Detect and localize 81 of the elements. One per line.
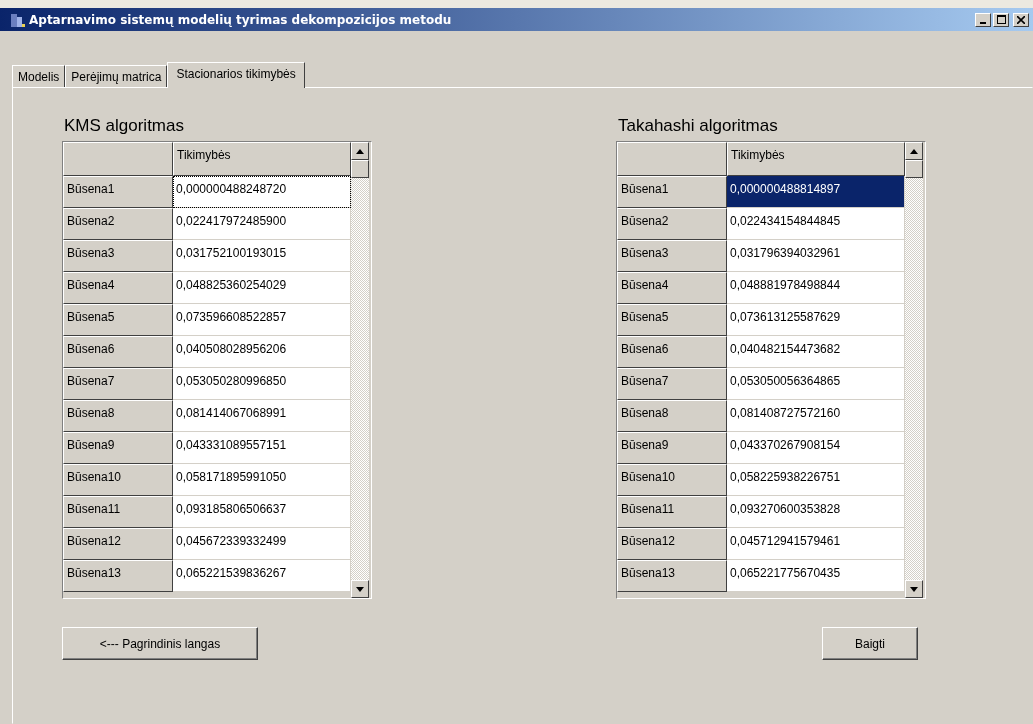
minimize-icon — [980, 21, 986, 24]
row-header: Būsena1 — [63, 176, 173, 208]
tab[interactable]: Stacionarios tikimybės — [167, 62, 305, 88]
table-cell[interactable]: 0,000000488248720 — [173, 176, 351, 208]
row-header: Būsena12 — [63, 528, 173, 560]
row-header: Būsena11 — [617, 496, 727, 528]
close-icon — [1017, 15, 1025, 24]
table-cell[interactable]: 0,053050056364865 — [727, 368, 905, 400]
table-cell[interactable]: 0,031796394032961 — [727, 240, 905, 272]
column-header: Tikimybės — [173, 142, 351, 176]
table-cell[interactable]: 0,058171895991050 — [173, 464, 351, 496]
row-header: Būsena10 — [617, 464, 727, 496]
row-header: Būsena5 — [63, 304, 173, 336]
row-header: Būsena3 — [617, 240, 727, 272]
table-cell[interactable]: 0,022434154844845 — [727, 208, 905, 240]
scroll-down-button[interactable] — [905, 580, 923, 598]
up-arrow-icon — [356, 148, 364, 154]
table-cell[interactable]: 0,031752100193015 — [173, 240, 351, 272]
table-cell[interactable]: 0,022417972485900 — [173, 208, 351, 240]
row-header: Būsena8 — [63, 400, 173, 432]
table-cell[interactable]: 0,043331089557151 — [173, 432, 351, 464]
row-header: Būsena6 — [617, 336, 727, 368]
maximize-icon — [996, 15, 1006, 24]
grid-title: Takahashi algoritmas — [617, 116, 779, 137]
scroll-up-button[interactable] — [351, 142, 369, 160]
building-icon — [10, 11, 26, 28]
row-header: Būsena11 — [63, 496, 173, 528]
minimize-button[interactable] — [975, 12, 991, 27]
grid-title: KMS algoritmas — [63, 116, 185, 137]
row-header: Būsena1 — [617, 176, 727, 208]
row-header: Būsena10 — [63, 464, 173, 496]
row-header: Būsena5 — [617, 304, 727, 336]
row-header: Būsena9 — [617, 432, 727, 464]
row-header: Būsena13 — [63, 560, 173, 592]
row-header: Būsena4 — [63, 272, 173, 304]
table-cell[interactable]: 0,081414067068991 — [173, 400, 351, 432]
row-header: Būsena9 — [63, 432, 173, 464]
table-cell[interactable]: 0,073613125587629 — [727, 304, 905, 336]
table-cell[interactable]: 0,045712941579461 — [727, 528, 905, 560]
back-button[interactable]: <--- Pagrindinis langas — [62, 627, 258, 660]
table-cell[interactable]: 0,053050280996850 — [173, 368, 351, 400]
table-cell[interactable]: 0,065221775670435 — [727, 560, 905, 592]
scroll-thumb[interactable] — [351, 160, 369, 178]
row-header: Būsena6 — [63, 336, 173, 368]
row-header: Būsena2 — [617, 208, 727, 240]
tab[interactable]: Modelis — [12, 65, 66, 87]
table-cell[interactable]: 0,040482154473682 — [727, 336, 905, 368]
table-cell[interactable]: 0,040508028956206 — [173, 336, 351, 368]
table-cell[interactable]: 0,093270600353828 — [727, 496, 905, 528]
down-arrow-icon — [356, 586, 364, 592]
table-cell[interactable]: 0,093185806506637 — [173, 496, 351, 528]
table-cell[interactable]: 0,000000488814897 — [727, 176, 905, 208]
table-cell[interactable]: 0,048881978498844 — [727, 272, 905, 304]
window-title: Aptarnavimo sistemų modelių tyrimas dekompozicijos metodu — [29, 12, 452, 27]
table-cell[interactable]: 0,058225938226751 — [727, 464, 905, 496]
row-header: Būsena13 — [617, 560, 727, 592]
row-header: Būsena8 — [617, 400, 727, 432]
table-cell[interactable]: 0,043370267908154 — [727, 432, 905, 464]
row-header: Būsena2 — [63, 208, 173, 240]
row-header: Būsena4 — [617, 272, 727, 304]
table-cell[interactable]: 0,081408727572160 — [727, 400, 905, 432]
row-header: Būsena7 — [617, 368, 727, 400]
scrollbar[interactable] — [351, 142, 369, 598]
scrollbar[interactable] — [905, 142, 923, 598]
down-arrow-icon — [910, 586, 918, 592]
maximize-button[interactable] — [993, 12, 1009, 27]
column-header: Tikimybės — [727, 142, 905, 176]
up-arrow-icon — [910, 148, 918, 154]
row-header: Būsena3 — [63, 240, 173, 272]
table-cell[interactable]: 0,048825360254029 — [173, 272, 351, 304]
table-cell[interactable]: 0,045672339332499 — [173, 528, 351, 560]
tab[interactable]: Perėjimų matrica — [65, 65, 168, 87]
table-cell[interactable]: 0,065221539836267 — [173, 560, 351, 592]
scroll-up-button[interactable] — [905, 142, 923, 160]
close-button[interactable] — [1013, 12, 1029, 27]
finish-button[interactable]: Baigti — [822, 627, 918, 660]
scroll-thumb[interactable] — [905, 160, 923, 178]
scroll-down-button[interactable] — [351, 580, 369, 598]
table-cell[interactable]: 0,073596608522857 — [173, 304, 351, 336]
row-header: Būsena12 — [617, 528, 727, 560]
row-header: Būsena7 — [63, 368, 173, 400]
